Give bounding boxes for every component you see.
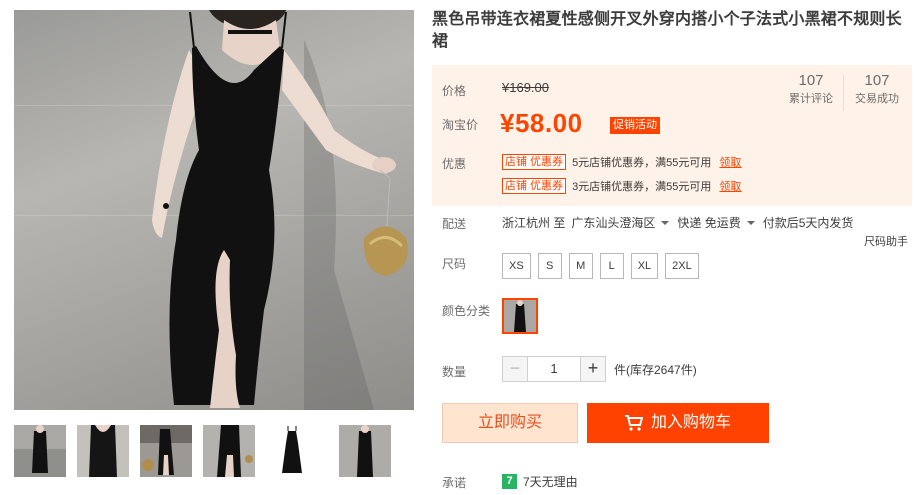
- review-count-stat[interactable]: 107 累计评论: [781, 71, 841, 107]
- quantity-stepper: − 1 + 件(库存2647件): [502, 356, 697, 382]
- claim-coupon-link[interactable]: 领取: [719, 154, 741, 170]
- promise-text: 7天无理由: [523, 475, 578, 489]
- ship-from: 浙江杭州 至: [502, 216, 566, 230]
- main-product-image[interactable]: [14, 10, 414, 410]
- claim-coupon-link[interactable]: 领取: [719, 178, 741, 194]
- size-option-2xl[interactable]: 2XL: [665, 253, 699, 279]
- sales-count-label: 交易成功: [855, 93, 899, 105]
- shipping-method-select[interactable]: 快递 免运费: [677, 214, 740, 231]
- quantity-input[interactable]: 1: [528, 356, 580, 382]
- review-count-label: 累计评论: [789, 93, 833, 105]
- stock-info: 件(库存2647件): [614, 362, 697, 377]
- original-price: ¥169.00: [502, 80, 549, 95]
- coupon-label: 优惠: [442, 157, 467, 171]
- price-label: 价格: [442, 84, 467, 98]
- coupon-row-1: 店铺 优惠券 5元店铺优惠券，满55元可用 领取: [502, 154, 741, 170]
- product-title: 黑色吊带连衣裙夏性感侧开叉外穿内搭小个子法式小黑裙不规则长裙: [432, 11, 902, 50]
- thumbnail-3[interactable]: [140, 425, 192, 477]
- size-option-l[interactable]: L: [599, 253, 624, 279]
- size-label: 尺码: [442, 257, 467, 271]
- quantity-label: 数量: [442, 365, 467, 379]
- promise-label: 承诺: [442, 476, 467, 490]
- promise-item[interactable]: 7 7天无理由: [502, 473, 578, 490]
- ship-destination: 广东汕头澄海区: [571, 216, 656, 230]
- size-option-s[interactable]: S: [537, 253, 562, 279]
- color-option-black[interactable]: [502, 298, 538, 334]
- coupon-text: 5元店铺优惠券，满55元可用: [572, 157, 712, 169]
- coupon-tag: 店铺 优惠券: [502, 178, 567, 194]
- coupon-tag: 店铺 优惠券: [502, 154, 567, 170]
- thumbnail-6[interactable]: [339, 425, 391, 477]
- shipping-info: 浙江杭州 至 广东汕头澄海区 快递 免运费 付款后5天内发货: [502, 214, 853, 231]
- model-photo: [152, 10, 408, 410]
- color-label: 颜色分类: [442, 304, 491, 318]
- dispatch-time: 付款后5天内发货: [762, 216, 854, 230]
- shipping-method: 快递 免运费: [677, 216, 741, 230]
- chevron-down-icon[interactable]: [746, 220, 755, 225]
- size-options: XS S M L XL 2XL: [502, 253, 706, 279]
- size-option-xs[interactable]: XS: [502, 253, 531, 279]
- ship-destination-select[interactable]: 广东汕头澄海区: [571, 214, 655, 231]
- stat-divider: [843, 75, 844, 111]
- review-count: 107: [798, 72, 824, 89]
- promo-price: ¥58.00: [500, 108, 583, 138]
- shipping-label: 配送: [442, 217, 467, 231]
- promo-badge[interactable]: 促销活动: [610, 117, 660, 134]
- chevron-down-icon[interactable]: [661, 220, 670, 225]
- quantity-increase-button[interactable]: +: [580, 356, 606, 382]
- coupon-text: 3元店铺优惠券，满55元可用: [572, 181, 712, 193]
- promo-price-label: 淘宝价: [442, 118, 479, 132]
- seven-day-return-icon: 7: [502, 474, 517, 489]
- shopping-cart-icon: [624, 415, 643, 431]
- add-to-cart-button[interactable]: 加入购物车: [587, 403, 769, 443]
- quantity-decrease-button[interactable]: −: [502, 356, 528, 382]
- add-to-cart-label: 加入购物车: [650, 414, 731, 431]
- thumbnail-2[interactable]: [77, 425, 129, 477]
- buy-now-button[interactable]: 立即购买: [442, 403, 578, 443]
- size-option-xl[interactable]: XL: [630, 253, 659, 279]
- thumbnail-4[interactable]: [203, 425, 255, 477]
- size-helper-link[interactable]: 尺码助手: [864, 233, 908, 249]
- coupon-row-2: 店铺 优惠券 3元店铺优惠券，满55元可用 领取: [502, 178, 741, 194]
- thumbnail-1[interactable]: [14, 425, 66, 477]
- thumbnail-strip: [14, 425, 414, 477]
- size-option-m[interactable]: M: [568, 253, 593, 279]
- sales-count: 107: [864, 72, 890, 89]
- sales-count-stat[interactable]: 107 交易成功: [847, 71, 907, 107]
- thumbnail-5[interactable]: [266, 425, 318, 477]
- price-panel: 价格 ¥169.00 淘宝价 ¥58.00 促销活动 107 累计评论 107 …: [432, 65, 912, 206]
